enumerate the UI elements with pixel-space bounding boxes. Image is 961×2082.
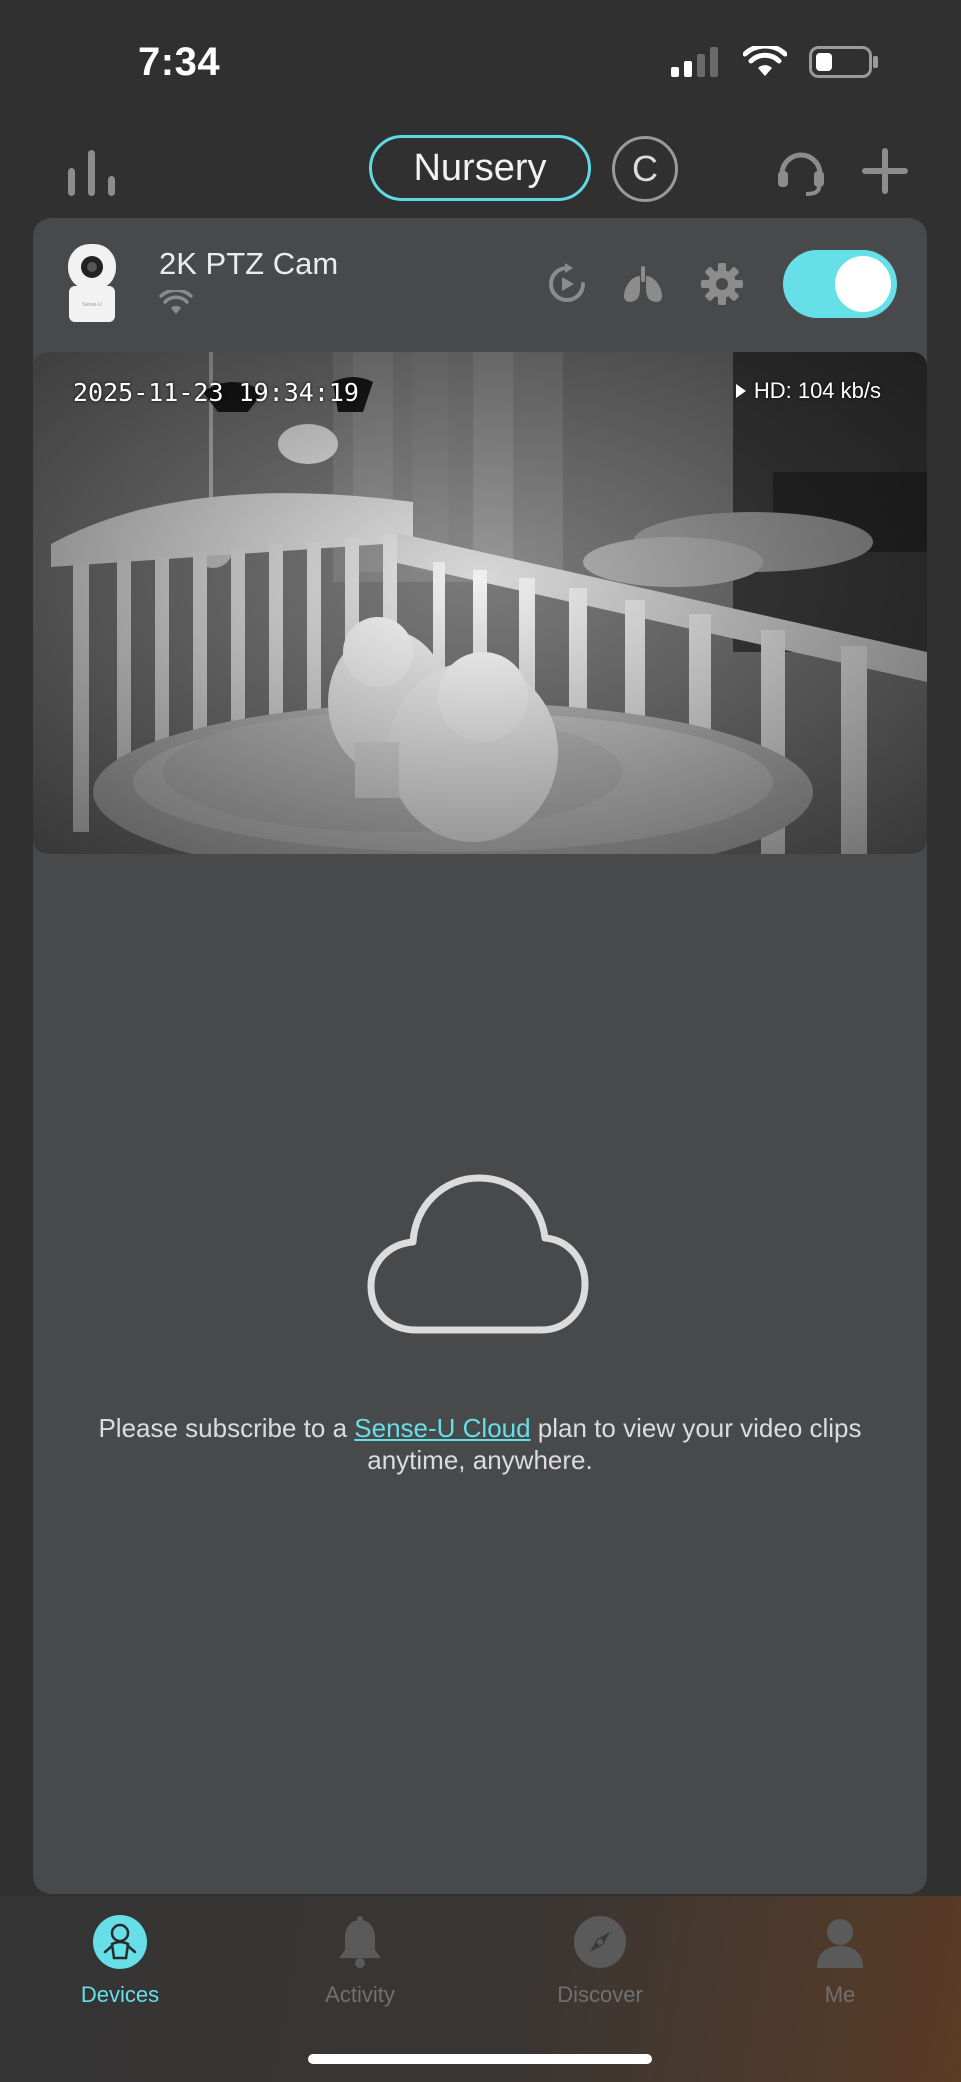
headset-icon[interactable] [774,144,828,198]
nav-activity-label: Activity [325,1982,395,2007]
status-icons [671,46,879,78]
cellular-signal-icon [671,47,718,77]
cloud-subscribe-message: Please subscribe to a Sense-U Cloud plan… [93,1412,867,1476]
nav-devices-label: Devices [80,1982,160,2007]
device-header: Sense-U 2K PTZ Cam [33,218,927,352]
home-switch-button[interactable]: C [612,136,678,202]
device-wifi-icon [159,290,193,314]
compass-icon [574,1916,626,1968]
person-icon [817,1919,863,1968]
camera-timestamp: 2025-11-23 19:34:19 [73,378,359,407]
nav-discover[interactable]: Discover [520,1914,680,2024]
camera-live-view[interactable]: 2025-11-23 19:34:19 HD: 104 kb/s [33,352,927,854]
device-power-toggle[interactable] [783,250,897,318]
add-icon[interactable] [858,144,912,198]
device-name: 2K PTZ Cam [159,246,339,281]
toggle-knob [835,256,891,312]
nav-me[interactable]: Me [760,1914,920,2024]
cloud-icon [367,1174,589,1334]
battery-icon [809,46,878,78]
nav-activity[interactable]: Activity [280,1914,440,2024]
device-card: Sense-U 2K PTZ Cam 2025-11-23 19:34:19 H… [33,218,927,1894]
nav-me-label: Me [824,1982,856,2007]
bell-icon [339,1916,381,1968]
home-selector-button[interactable]: Nursery [369,135,591,201]
gear-icon[interactable] [700,262,744,306]
app-screen: 7:34 Nursery C Sense-U 2K PTZ Cam 2025-1… [0,0,961,2082]
breathing-monitor-icon[interactable] [621,262,665,306]
sense-u-cloud-link[interactable]: Sense-U Cloud [354,1413,530,1443]
stream-info: HD: 104 kb/s [753,378,881,403]
stats-icon[interactable] [66,148,120,198]
cloud-message-before: Please subscribe to a [98,1413,355,1443]
camera-device-icon[interactable]: Sense-U [65,244,119,322]
device-brand-mark: Sense-U [82,302,102,308]
top-bar: Nursery C [0,130,961,210]
play-icon [735,384,746,398]
status-bar: 7:34 [0,0,961,120]
playback-icon[interactable] [545,262,589,306]
stream-quality-indicator[interactable]: HD: 104 kb/s [735,378,881,404]
status-time: 7:34 [138,40,221,84]
nursery-camera-image [33,352,927,854]
nav-devices[interactable]: Devices [40,1914,200,2024]
nav-discover-label: Discover [557,1982,643,2007]
home-indicator[interactable] [308,2054,652,2064]
wifi-icon [743,46,787,76]
baby-icon [93,1915,147,1969]
